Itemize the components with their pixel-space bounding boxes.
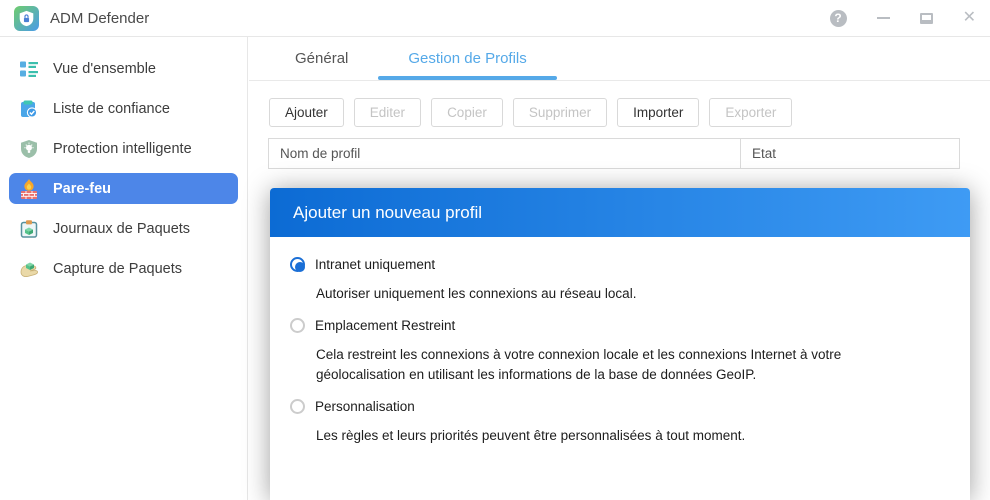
tab-general[interactable]: Général [265,37,378,80]
sidebar-item-firewall[interactable]: Pare-feu [9,173,238,204]
tab-profile-management[interactable]: Gestion de Profils [378,37,558,80]
title-bar: ADM Defender ? ✕ [0,0,990,37]
column-header-state[interactable]: Etat [741,139,959,168]
sidebar-item-label: Liste de confiance [53,100,170,117]
tab-bar: Général Gestion de Profils [249,37,990,81]
option-restricted-location: Emplacement Restreint Cela restreint les… [290,318,948,385]
radio-unselected-icon[interactable] [290,318,305,333]
export-button[interactable]: Exporter [709,98,793,127]
sidebar-item-label: Vue d'ensemble [53,60,156,77]
sidebar-item-overview[interactable]: Vue d'ensemble [9,53,238,84]
option-description: Les règles et leurs priorités peuvent êt… [316,428,746,443]
profile-toolbar: Ajouter Editer Copier Supprimer Importer… [249,81,990,127]
sidebar-item-packet-logs[interactable]: Journaux de Paquets [9,213,238,244]
help-icon[interactable]: ? [829,9,847,27]
sidebar-item-smart-protection[interactable]: Protection intelligente [9,133,238,164]
column-header-profile-name[interactable]: Nom de profil [269,139,741,168]
radio-row-intranet-only[interactable]: Intranet uniquement [290,257,948,272]
option-intranet-only: Intranet uniquement Autoriser uniquement… [290,257,948,304]
smart-protection-icon [17,137,41,161]
sidebar-item-label: Pare-feu [53,180,112,197]
option-description: Autoriser uniquement les connexions au r… [316,286,637,301]
firewall-icon [17,177,41,201]
option-label: Personnalisation [315,399,415,414]
option-label: Intranet uniquement [315,257,436,272]
option-description: Cela restreint les connexions à votre co… [316,347,842,382]
sidebar-item-label: Journaux de Paquets [53,220,191,237]
option-customization: Personnalisation Les règles et leurs pri… [290,399,948,446]
radio-unselected-icon[interactable] [290,399,305,414]
add-button[interactable]: Ajouter [269,98,344,127]
shield-lock-icon [19,10,34,26]
packet-capture-icon [17,257,41,281]
radio-selected-icon[interactable] [290,257,305,272]
overview-icon [17,57,41,81]
add-profile-dialog: Ajouter un nouveau profil Intranet uniqu… [270,188,970,500]
trust-list-icon [17,97,41,121]
packet-logs-icon [17,217,41,241]
sidebar-item-label: Protection intelligente [53,140,192,157]
adm-defender-window: ADM Defender ? ✕ Vue d'ensemble Liste de… [0,0,990,500]
sidebar-item-label: Capture de Paquets [53,260,182,277]
sidebar: Vue d'ensemble Liste de confiance Protec… [0,37,248,500]
sidebar-item-packet-capture[interactable]: Capture de Paquets [9,253,238,284]
option-label: Emplacement Restreint [315,318,456,333]
app-title: ADM Defender [50,9,150,27]
window-controls: ? ✕ [829,9,976,27]
sidebar-item-trust-list[interactable]: Liste de confiance [9,93,238,124]
edit-button[interactable]: Editer [353,98,422,127]
delete-button[interactable]: Supprimer [512,98,608,127]
radio-row-restricted-location[interactable]: Emplacement Restreint [290,318,948,333]
profile-table-header: Nom de profil Etat [268,138,960,169]
adm-defender-app-icon [14,5,39,31]
import-button[interactable]: Importer [617,98,700,127]
copy-button[interactable]: Copier [431,98,503,127]
close-icon[interactable]: ✕ [963,10,976,26]
maximize-icon[interactable] [919,12,933,24]
radio-row-customization[interactable]: Personnalisation [290,399,948,414]
minimize-icon[interactable] [876,17,890,19]
dialog-title: Ajouter un nouveau profil [270,188,970,237]
dialog-body: Intranet uniquement Autoriser uniquement… [270,237,970,446]
